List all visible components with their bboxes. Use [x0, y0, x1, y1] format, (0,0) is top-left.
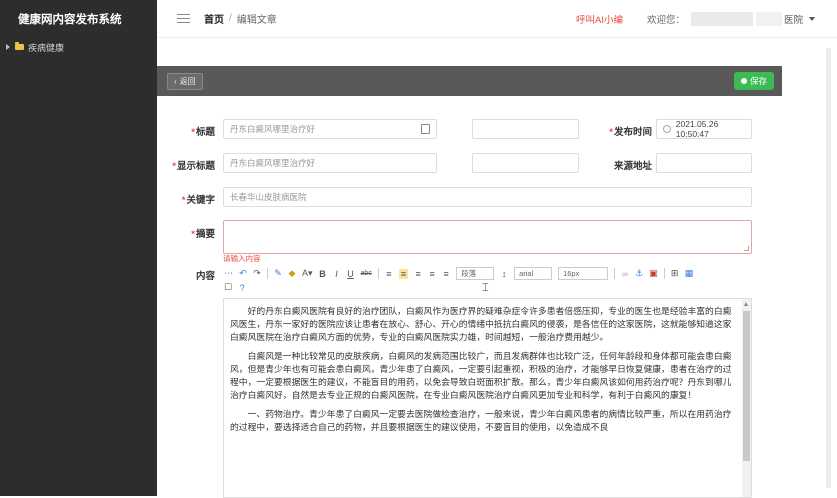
action-bar: ‹ 返回 保存 [157, 66, 782, 96]
title-value: 丹东白癜风哪里治疗好 [230, 124, 316, 134]
anchor-icon[interactable]: ⚓ [635, 268, 643, 279]
undo-icon[interactable]: ↶ [239, 268, 247, 279]
preview-icon[interactable]: ☐ [224, 282, 232, 293]
mouse-cursor-icon: ⌶ [482, 282, 489, 294]
author-input[interactable] [472, 119, 579, 139]
line-height-icon[interactable]: ↕ [500, 269, 508, 279]
editor-toolbar: ⋯ ↶ ↷ ✎ ◆ A▾ B I U abc ≡ ≡ ≡ ≡ ≡ 段落 ↕ ar… [224, 267, 693, 280]
redacted-username [690, 11, 753, 26]
publish-time-input[interactable]: 2021.05.26 10:50:47 [656, 119, 752, 139]
content-paragraph: 一、药物治疗。青少年患了白癜风一定要去医院做检查治疗，一般来说，青少年白癜风患者… [230, 409, 732, 432]
link-icon[interactable]: ∞ [621, 269, 629, 279]
top-header: 首页 / 编辑文章 呼叫AI小编 欢迎您： 医院 [157, 0, 837, 38]
chevron-down-icon[interactable] [809, 16, 815, 21]
bold-icon[interactable]: B [319, 269, 327, 279]
article-form: *标题 丹东白癜风哪里治疗好 作者 *发布时间 2021.05.26 10:50… [157, 96, 782, 498]
align-center-icon[interactable]: ≡ [414, 269, 422, 279]
breadcrumb-home[interactable]: 首页 [204, 11, 224, 26]
breadcrumb-separator: / [229, 13, 232, 24]
clock-icon [663, 125, 671, 133]
display-title-input[interactable]: 丹东白癜风哪里治疗好 [223, 153, 437, 173]
save-button[interactable]: 保存 [733, 72, 774, 90]
page-scrollbar[interactable] [826, 48, 831, 488]
title-label: *标题 [191, 127, 215, 138]
underline-icon[interactable]: U [347, 269, 355, 279]
save-icon [740, 78, 747, 84]
chevron-left-icon: ‹ [174, 76, 177, 86]
welcome-text: 欢迎您： [646, 14, 685, 26]
editor-toolbar-row2: ☐ ? [224, 282, 246, 293]
back-label: 返回 [179, 76, 196, 86]
source-input[interactable] [472, 153, 579, 173]
font-family-select[interactable]: arial [514, 267, 553, 280]
summary-textarea[interactable] [223, 220, 752, 254]
source-url-input[interactable] [656, 153, 752, 173]
expand-arrow-icon[interactable] [6, 44, 10, 50]
save-label: 保存 [749, 76, 767, 86]
resize-handle-icon[interactable] [744, 246, 749, 251]
keyword-label: *关键字 [181, 195, 215, 206]
align-right-icon[interactable]: ≡ [428, 269, 436, 279]
italic-icon[interactable]: I [333, 269, 341, 279]
sidebar: 健康网内容发布系统 疾病健康 [0, 0, 157, 496]
strikethrough-icon[interactable]: abc [361, 270, 372, 277]
summary-label: *摘要 [191, 229, 215, 240]
redo-icon[interactable]: ↷ [253, 268, 261, 279]
eraser-icon[interactable]: ◆ [288, 268, 296, 279]
ai-editor-link[interactable]: 呼叫AI小编 [576, 12, 623, 26]
align-justify-icon[interactable]: ≡ [442, 269, 450, 279]
title-input[interactable]: 丹东白癜风哪里治疗好 [223, 119, 437, 139]
scroll-up-icon[interactable] [744, 302, 748, 306]
keyword-input[interactable]: 长春华山皮肤病医院 [223, 187, 752, 207]
publish-time-label: *发布时间 [609, 127, 652, 138]
redacted-username-part [755, 11, 782, 26]
user-area: 呼叫AI小编 欢迎您： 医院 [576, 11, 815, 26]
folder-icon [15, 42, 24, 50]
content-editor[interactable]: 好的丹东白癜风医院有良好的治疗团队，白癜风作为医疗界的疑难杂症令许多患者倍感压抑… [223, 298, 752, 498]
display-title-label: *显示标题 [172, 161, 215, 172]
breadcrumb: 首页 / 编辑文章 [204, 11, 277, 26]
editor-scrollbar[interactable] [742, 299, 751, 497]
content-paragraph: 白癜风是一种比较常见的皮肤疾病，白癜风的发病范围比较广，而且发病群体也比较广泛，… [230, 351, 732, 400]
indent-icon[interactable]: ≡ [385, 269, 393, 279]
font-color-icon[interactable]: A▾ [302, 268, 313, 279]
content-paragraph: 好的丹东白癜风医院有良好的治疗团队，白癜风作为医疗界的疑难杂症令许多患者倍感压抑… [230, 306, 732, 342]
summary-hint: 请输入内容 [223, 254, 261, 263]
source-url-label: 来源地址 [613, 161, 652, 172]
content-label: 内容 [195, 271, 215, 282]
scrollbar-thumb[interactable] [743, 311, 750, 461]
help-icon[interactable]: ? [238, 283, 246, 293]
back-button[interactable]: ‹ 返回 [167, 72, 203, 90]
publish-time-value: 2021.05.26 10:50:47 [675, 119, 719, 139]
menu-toggle-icon[interactable] [177, 11, 190, 26]
sidebar-item-disease-health[interactable]: 疾病健康 [0, 38, 157, 56]
image-icon[interactable]: ▣ [649, 268, 658, 279]
paragraph-format-select[interactable]: 段落 [456, 267, 495, 280]
document-icon[interactable] [421, 124, 430, 134]
app-brand: 健康网内容发布系统 [0, 0, 157, 38]
page-gutter [782, 38, 837, 496]
align-left-icon[interactable]: ≡ [398, 268, 409, 279]
format-painter-icon[interactable]: ✎ [274, 268, 282, 279]
table-icon[interactable]: ⊞ [671, 268, 679, 279]
breadcrumb-current: 编辑文章 [236, 15, 277, 26]
user-hospital[interactable]: 医院 [784, 12, 803, 26]
source-code-icon[interactable]: ⋯ [224, 268, 233, 279]
font-size-select[interactable]: 16px [558, 267, 609, 280]
sidebar-item-label: 疾病健康 [28, 42, 65, 53]
fullscreen-icon[interactable]: ▦ [685, 268, 694, 279]
